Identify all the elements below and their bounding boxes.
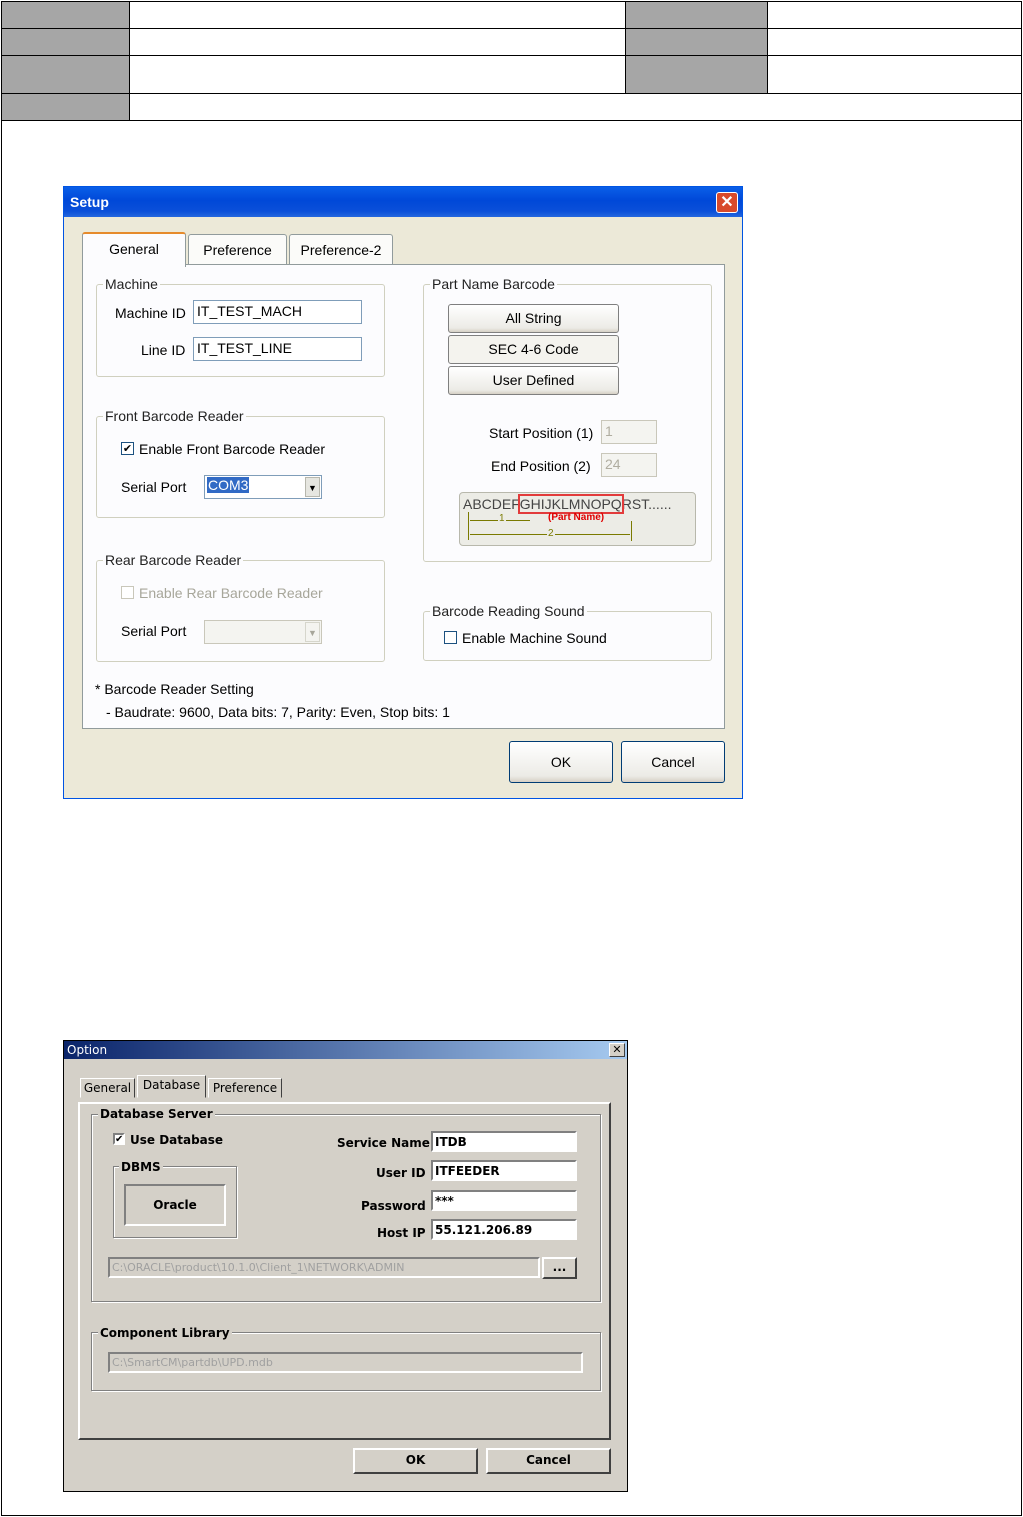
header-row-line: [2, 120, 1021, 121]
header-divider: [767, 2, 768, 93]
diagram-prefix: ABCDEF: [463, 496, 520, 512]
ok-button[interactable]: OK: [353, 1448, 478, 1474]
dbms-group-label: DBMS: [119, 1160, 163, 1174]
rear-reader-checkbox[interactable]: [121, 586, 134, 599]
barcode-setting-note-title: * Barcode Reader Setting: [95, 681, 254, 697]
oracle-button[interactable]: Oracle: [124, 1184, 226, 1226]
header-row-line: [2, 28, 1021, 29]
database-server-group-label: Database Server: [98, 1107, 215, 1121]
machine-id-label: Machine ID: [115, 305, 186, 321]
diagram-marker-2: 2: [547, 528, 555, 539]
machine-group: [96, 284, 385, 377]
diagram-suffix: RST......: [621, 496, 672, 512]
option-title-bar[interactable]: Option: [64, 1041, 627, 1059]
sec-code-button[interactable]: SEC 4-6 Code: [448, 335, 619, 364]
all-string-button[interactable]: All String: [448, 304, 619, 333]
user-id-input[interactable]: ITFEEDER: [431, 1160, 577, 1181]
tab-preference[interactable]: Preference: [208, 1078, 282, 1098]
diagram-caption: (Part Name): [548, 512, 605, 523]
tab-preference[interactable]: Preference: [188, 234, 287, 266]
line-id-input[interactable]: IT_TEST_LINE: [193, 337, 362, 361]
tab-database[interactable]: Database: [137, 1075, 206, 1098]
diagram-tick: [468, 512, 469, 540]
header-row-line: [2, 55, 1021, 56]
line-id-label: Line ID: [141, 342, 186, 358]
service-name-label: Service Name: [337, 1136, 430, 1150]
setup-dialog: Setup ✕ General Preference Preference-2 …: [63, 186, 743, 799]
tab-panel-general: Machine Machine ID IT_TEST_MACH Line ID …: [82, 264, 725, 729]
setup-title: Setup: [70, 194, 109, 210]
chevron-down-icon[interactable]: ▼: [305, 622, 320, 642]
user-id-label: User ID: [376, 1166, 426, 1180]
header-divider: [625, 2, 626, 93]
rear-reader-group: [96, 560, 385, 662]
front-reader-checkbox-label: Enable Front Barcode Reader: [139, 441, 325, 457]
barcode-setting-note-detail: - Baudrate: 9600, Data bits: 7, Parity: …: [106, 704, 450, 720]
option-dialog: Option ✕ General Database Preference Dat…: [63, 1040, 628, 1492]
front-reader-checkbox[interactable]: ✔: [121, 442, 134, 455]
diagram-highlight: GHIJKLMNOPQ: [517, 494, 624, 514]
end-position-input[interactable]: 24: [601, 453, 657, 477]
part-name-group-label: Part Name Barcode: [430, 276, 557, 292]
password-input[interactable]: ***: [431, 1190, 577, 1211]
machine-sound-checkbox-label: Enable Machine Sound: [462, 630, 607, 646]
use-database-label: Use Database: [130, 1133, 224, 1147]
front-reader-group: [96, 416, 385, 518]
browse-button[interactable]: ...: [542, 1257, 577, 1279]
sound-group-label: Barcode Reading Sound: [430, 603, 587, 619]
user-defined-button[interactable]: User Defined: [448, 366, 619, 395]
host-ip-label: Host IP: [377, 1226, 426, 1240]
machine-id-input[interactable]: IT_TEST_MACH: [193, 300, 362, 324]
option-title: Option: [67, 1043, 108, 1057]
ok-button[interactable]: OK: [509, 741, 613, 783]
cancel-button[interactable]: Cancel: [621, 741, 725, 783]
service-name-input[interactable]: ITDB: [431, 1131, 577, 1152]
close-icon[interactable]: ✕: [716, 192, 738, 213]
front-serial-port-label: Serial Port: [121, 479, 187, 495]
header-divider: [129, 2, 130, 120]
chevron-down-icon[interactable]: ▼: [305, 477, 320, 497]
tab-general[interactable]: General: [80, 1078, 135, 1098]
tab-preference-2[interactable]: Preference-2: [289, 234, 393, 266]
component-library-path-input[interactable]: C:\SmartCM\partdb\UPD.mdb: [108, 1352, 583, 1373]
use-database-checkbox[interactable]: ✔: [113, 1133, 125, 1145]
tns-path-input[interactable]: C:\ORACLE\product\10.1.0\Client_1\NETWOR…: [108, 1257, 540, 1278]
end-position-label: End Position (2): [491, 458, 591, 474]
password-label: Password: [361, 1199, 426, 1213]
tab-panel-database: Database Server ✔ Use Database DBMS Orac…: [78, 1102, 611, 1440]
setup-title-bar[interactable]: Setup: [64, 187, 742, 217]
start-position-label: Start Position (1): [489, 425, 594, 441]
component-library-group-label: Component Library: [98, 1326, 232, 1340]
diagram-barcode-text: ABCDEFGHIJKLMNOPQRST......: [463, 494, 672, 514]
part-name-diagram: ABCDEFGHIJKLMNOPQRST...... (Part Name) 1…: [459, 492, 696, 546]
cancel-button[interactable]: Cancel: [486, 1448, 611, 1474]
close-icon[interactable]: ✕: [609, 1043, 625, 1057]
rear-reader-checkbox-label: Enable Rear Barcode Reader: [139, 585, 323, 601]
machine-sound-checkbox[interactable]: [444, 631, 457, 644]
header-label-column: [2, 2, 129, 120]
machine-group-label: Machine: [103, 276, 160, 292]
diagram-tick: [631, 521, 632, 541]
rear-serial-port-label: Serial Port: [121, 623, 187, 639]
diagram-marker-1: 1: [498, 513, 506, 524]
start-position-input[interactable]: 1: [601, 420, 657, 444]
rear-reader-group-label: Rear Barcode Reader: [103, 552, 244, 568]
tab-general[interactable]: General: [82, 232, 186, 267]
host-ip-input[interactable]: 55.121.206.89: [431, 1219, 577, 1240]
front-serial-port-value: COM3: [207, 477, 250, 493]
front-reader-group-label: Front Barcode Reader: [103, 408, 246, 424]
header-label-column-right: [626, 2, 767, 93]
header-row-line: [2, 93, 1021, 94]
